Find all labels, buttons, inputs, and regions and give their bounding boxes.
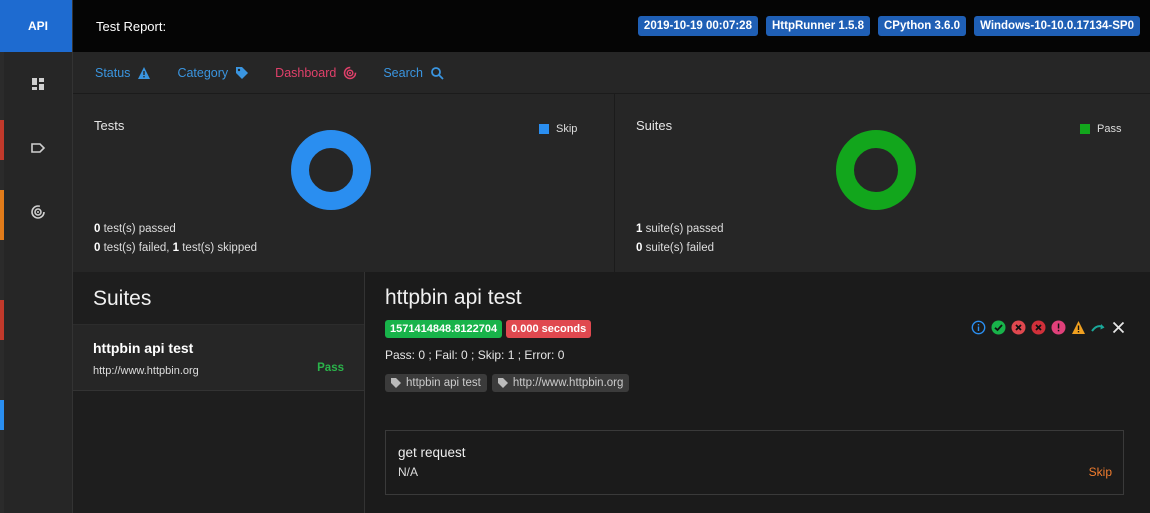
legend-swatch-skip [539, 124, 549, 134]
badge-httprunner-version: HttpRunner 1.5.8 [765, 16, 870, 36]
tests-chart-legend[interactable]: Skip [539, 123, 577, 135]
nav-category-label: Category [177, 65, 229, 80]
tests-failed-text: test(s) failed, [100, 242, 173, 254]
tag-chip[interactable]: httpbin api test [385, 374, 487, 392]
test-case-item[interactable]: get request N/A Skip [385, 430, 1124, 495]
legend-label-skip: Skip [556, 123, 578, 135]
tag-icon [391, 378, 401, 388]
nav-dashboard[interactable]: Dashboard [275, 66, 357, 80]
tag-icon [497, 378, 508, 388]
badge-timestamp: 2019-10-19 00:07:28 [637, 16, 758, 36]
nav-status[interactable]: Status [95, 66, 151, 80]
tag-chip-label: httpbin api test [406, 377, 481, 389]
sidebar-item-tags[interactable] [4, 116, 72, 180]
sidebar: API [4, 0, 73, 513]
tests-passed-stat: 0 test(s) passed [94, 223, 176, 235]
view-nav: Status Category Dashboard Search [73, 52, 1150, 94]
tests-failed-skipped-stat: 0 test(s) failed, 1 test(s) skipped [94, 242, 257, 254]
start-time-label: 1571414848.8122704 [385, 320, 503, 338]
tests-passed-text: test(s) passed [100, 223, 176, 235]
error-x-icon[interactable] [1031, 320, 1046, 335]
suites-donut-chart [836, 130, 916, 210]
report-title: Test Report: [96, 18, 167, 34]
warning-icon[interactable] [1071, 320, 1086, 335]
info-circle-icon[interactable] [971, 320, 986, 335]
clear-x-icon[interactable] [1111, 320, 1126, 335]
nav-category[interactable]: Category [177, 66, 249, 80]
radar-icon [31, 205, 45, 219]
skip-arrow-icon[interactable] [1091, 320, 1106, 335]
top-bar: Test Report: 2019-10-19 00:07:28 HttpRun… [73, 0, 1150, 52]
nav-status-label: Status [95, 65, 131, 80]
badge-platform: Windows-10-10.0.17134-SP0 [974, 16, 1140, 36]
duration-label: 0.000 seconds [506, 320, 592, 338]
sidebar-brand[interactable]: API [4, 0, 72, 52]
suites-summary-card: Suites Pass 1 suite(s) passed 0 suite(s)… [615, 94, 1150, 272]
suites-panel: Suites httpbin api test http://www.httpb… [73, 272, 365, 513]
suite-name: httpbin api test [93, 340, 194, 356]
suite-list-item[interactable]: httpbin api test http://www.httpbin.org … [73, 325, 364, 391]
dashboard-grid-icon [32, 78, 44, 90]
status-filter-toolbar [971, 320, 1126, 335]
suites-failed-text: suite(s) failed [642, 242, 714, 254]
nav-dashboard-label: Dashboard [275, 65, 337, 80]
tests-donut-chart [291, 130, 371, 210]
detail-tags: httpbin api test http://www.httpbin.org [385, 374, 1130, 392]
test-case-name: get request [398, 445, 466, 460]
fail-x-icon[interactable] [1011, 320, 1026, 335]
tag-chip-label: http://www.httpbin.org [512, 377, 624, 389]
tag-icon [236, 66, 249, 79]
tests-card-title: Tests [94, 118, 125, 133]
warning-triangle-icon [138, 66, 151, 79]
suites-panel-title: Suites [73, 272, 364, 325]
tests-ring-skip [291, 130, 371, 210]
app-root: API Test Report: 2019-10-19 00:07:28 Htt… [0, 0, 1150, 513]
nav-search-label: Search [383, 65, 423, 80]
suites-passed-stat: 1 suite(s) passed [636, 223, 724, 235]
radar-icon [344, 66, 357, 79]
pass-check-icon[interactable] [991, 320, 1006, 335]
suite-url: http://www.httpbin.org [93, 365, 199, 377]
result-counts: Pass: 0 ; Fail: 0 ; Skip: 1 ; Error: 0 [385, 348, 565, 362]
suites-failed-stat: 0 suite(s) failed [636, 242, 714, 254]
suites-card-title: Suites [636, 118, 673, 133]
tag-chip[interactable]: http://www.httpbin.org [491, 374, 630, 392]
tag-icon [31, 143, 46, 153]
search-icon [431, 66, 444, 80]
tests-skipped-text: test(s) skipped [179, 242, 258, 254]
nav-search[interactable]: Search [383, 66, 444, 80]
suites-passed-text: suite(s) passed [642, 223, 724, 235]
tests-summary-card: Tests Skip 0 test(s) passed 0 test(s) fa… [73, 94, 614, 272]
environment-badges: 2019-10-19 00:07:28 HttpRunner 1.5.8 CPy… [637, 16, 1140, 36]
badge-python-version: CPython 3.6.0 [878, 16, 967, 36]
detail-title: httpbin api test [385, 286, 522, 309]
suite-detail-panel: httpbin api test 1571414848.8122704 0.00… [365, 272, 1150, 513]
legend-swatch-pass [1080, 124, 1090, 134]
legend-label-pass: Pass [1097, 123, 1122, 135]
test-case-description: N/A [398, 465, 419, 479]
suites-ring-pass [836, 130, 916, 210]
sidebar-item-radar[interactable] [4, 180, 72, 244]
exception-icon[interactable] [1051, 320, 1066, 335]
sidebar-item-dashboard[interactable] [4, 52, 72, 116]
suites-chart-legend[interactable]: Pass [1080, 123, 1121, 135]
test-case-status: Skip [1088, 465, 1112, 479]
suite-status: Pass [317, 362, 344, 374]
